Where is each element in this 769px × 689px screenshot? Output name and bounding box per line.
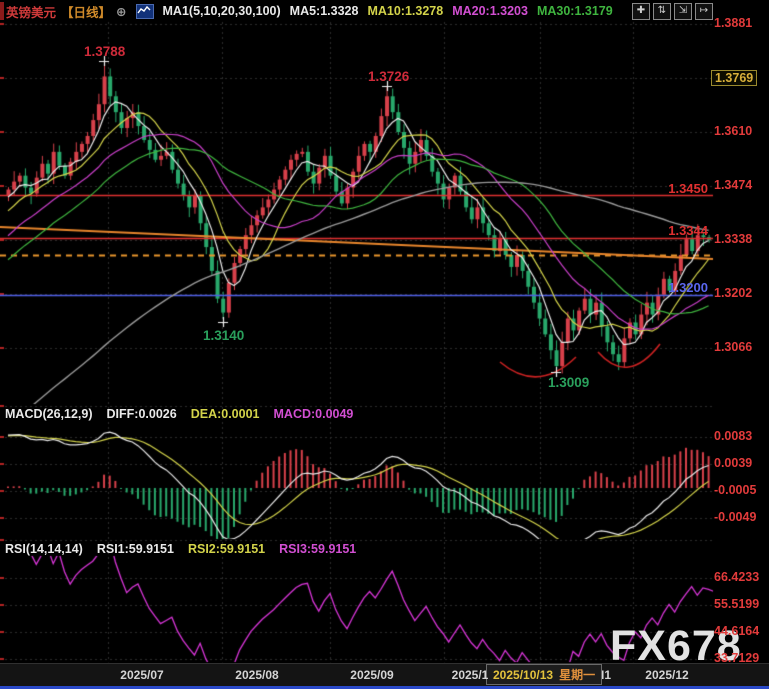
macd-y-label-0.0083: 0.0083: [714, 429, 752, 443]
macd-y-label--0.0005: -0.0005: [714, 483, 756, 497]
ma10-value: MA10:1.3278: [367, 4, 443, 18]
chart-toolbar: ✚⇅⇲↦: [632, 3, 713, 20]
main-y-label-1.3881: 1.3881: [714, 16, 752, 30]
rsi-header: RSI(14,14,14) RSI1:59.9151 RSI2:59.9151 …: [5, 542, 356, 556]
chart-canvas[interactable]: [0, 0, 769, 689]
ma20-value: MA20:1.3203: [452, 4, 528, 18]
rsi-y-label-44.6164: 44.6164: [714, 624, 759, 638]
symbol-title: 英镑美元: [6, 2, 56, 21]
main-y-label-1.3610: 1.3610: [714, 124, 752, 138]
x-label-2025-07: 2025/07: [120, 668, 163, 682]
hline-label-13450[interactable]: 1.3450: [668, 181, 708, 196]
main-y-label-1.3066: 1.3066: [714, 340, 752, 354]
zoom-range-icon[interactable]: ⇲: [674, 3, 692, 20]
macd-y-label-0.0039: 0.0039: [714, 456, 752, 470]
annotation-low-13140: 1.3140: [203, 328, 244, 343]
rsi2-value: RSI2:59.9151: [188, 542, 265, 556]
pan-right-icon[interactable]: ↦: [695, 3, 713, 20]
annotation-low-13009: 1.3009: [548, 375, 589, 390]
rsi1-value: RSI1:59.9151: [97, 542, 174, 556]
annotation-high-13788: 1.3788: [84, 44, 125, 59]
macd-diff-value: DIFF:0.0026: [107, 407, 177, 421]
main-y-label-1.3474: 1.3474: [714, 178, 752, 192]
x-label-2025-09: 2025/09: [350, 668, 393, 682]
rsi3-value: RSI3:59.9151: [279, 542, 356, 556]
chart-window: 英镑美元 【日线】 ⊕ MA1(5,10,20,30,100) MA5:1.33…: [0, 0, 769, 689]
rsi-y-label-55.5199: 55.5199: [714, 597, 759, 611]
ma-group-label: MA1(5,10,20,30,100): [163, 4, 281, 18]
macd-y-label--0.0049: -0.0049: [714, 510, 756, 524]
macd-value: MACD:0.0049: [274, 407, 354, 421]
price-marker-label: 1.3769: [711, 70, 757, 86]
macd-dea-value: DEA:0.0001: [191, 407, 260, 421]
indicator-chart-icon[interactable]: [136, 4, 154, 19]
tooltip-date: 2025/10/13: [493, 668, 553, 682]
annotation-high-13726: 1.3726: [368, 69, 409, 84]
rsi-y-label-33.7129: 33.7129: [714, 651, 759, 665]
period-label[interactable]: 【日线】: [61, 2, 111, 21]
x-label-2025-1: 2025/1: [452, 668, 489, 682]
main-y-label-1.3338: 1.3338: [714, 232, 752, 246]
axis-scale-icon[interactable]: ⇅: [653, 3, 671, 20]
rsi-title: RSI(14,14,14): [5, 542, 83, 556]
main-y-label-1.3202: 1.3202: [714, 286, 752, 300]
macd-title: MACD(26,12,9): [5, 407, 93, 421]
tooltip-weekday: 星期一: [559, 668, 595, 682]
x-label-2025-08: 2025/08: [235, 668, 278, 682]
date-tooltip: 2025/10/13 星期一: [486, 664, 602, 685]
hline-label-13200[interactable]: 1.3200: [668, 280, 708, 295]
ma5-value: MA5:1.3328: [290, 4, 359, 18]
macd-header: MACD(26,12,9) DIFF:0.0026 DEA:0.0001 MAC…: [5, 407, 353, 421]
pan-icon[interactable]: ✚: [632, 3, 650, 20]
rsi-y-label-66.4233: 66.4233: [714, 570, 759, 584]
x-label-2025-12: 2025/12: [645, 668, 688, 682]
circle-plus-icon[interactable]: ⊕: [116, 4, 126, 19]
ma30-value: MA30:1.3179: [537, 4, 613, 18]
hline-label-13344[interactable]: 1.3344: [668, 223, 708, 238]
